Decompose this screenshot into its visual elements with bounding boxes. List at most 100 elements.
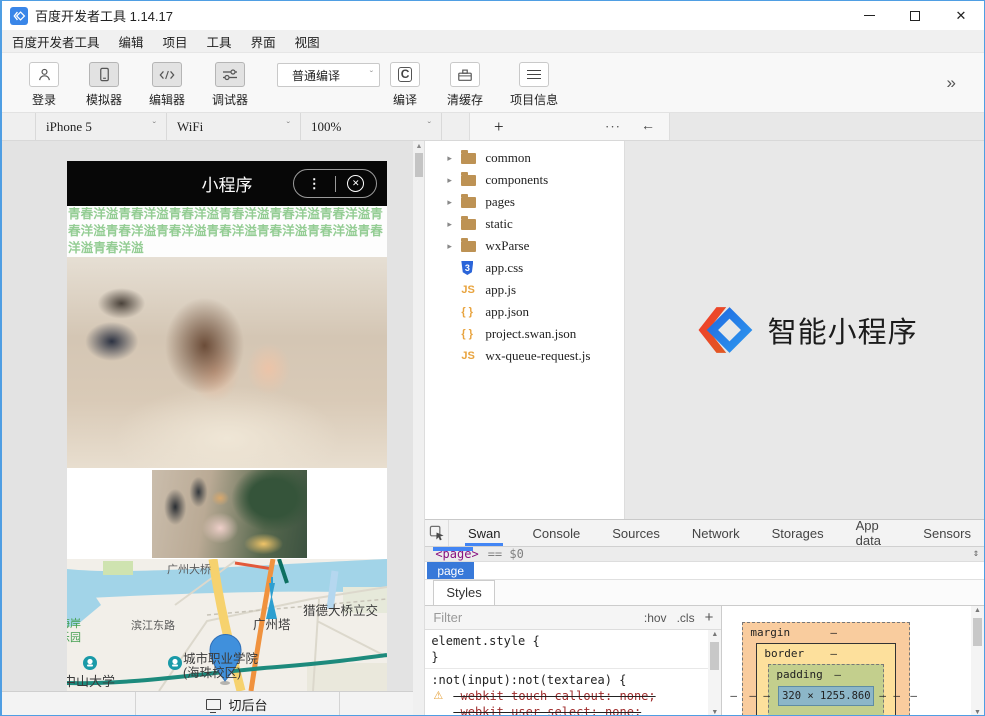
folder-icon: [461, 241, 476, 252]
folder-icon: [461, 153, 476, 164]
clear-cache-button[interactable]: 清缓存: [447, 62, 483, 108]
zoom-dropdown[interactable]: 100% ˇ: [301, 113, 442, 140]
box-model-content[interactable]: 320 × 1255.860: [778, 686, 874, 706]
selection-highlight: [433, 547, 473, 551]
tab-console[interactable]: Console: [519, 520, 593, 546]
tree-folder-pages[interactable]: ▸ pages: [425, 191, 624, 213]
folder-icon: [461, 219, 476, 230]
menu-tools[interactable]: 工具: [207, 32, 232, 51]
scrollbar-thumb[interactable]: [415, 153, 423, 177]
minimize-button[interactable]: [846, 1, 892, 30]
expand-arrow-icon[interactable]: ▸: [447, 219, 461, 230]
map-label-interchange: 猎德大桥立交: [303, 603, 378, 618]
miniapp-close-button[interactable]: ✕: [336, 175, 377, 192]
login-button[interactable]: 登录: [29, 62, 59, 108]
js-file-icon: JS: [461, 350, 474, 362]
tab-styles[interactable]: Styles: [433, 580, 494, 605]
tree-file-appcss[interactable]: 3 app.css: [425, 257, 624, 279]
menu-interface[interactable]: 界面: [251, 32, 276, 51]
css-file-icon: 3: [461, 261, 473, 275]
tab-swan[interactable]: Swan: [455, 520, 514, 546]
compile-button[interactable]: C 编译: [390, 62, 420, 108]
folder-icon: [461, 197, 476, 208]
toolbar-overflow-button[interactable]: »: [947, 73, 956, 93]
class-toggle[interactable]: .cls: [677, 611, 695, 625]
photo-strip: [67, 468, 387, 559]
style-property[interactable]: ⚠ -webkit-touch-callout: none;: [431, 688, 703, 704]
toolbar: 登录 模拟器 编辑器 调试器 普通编译 ˇ C: [2, 53, 984, 113]
rule-selector[interactable]: :not(input):not(textarea) {: [431, 672, 703, 688]
hamburger-icon: [519, 62, 549, 87]
scroll-up-icon[interactable]: ▲: [415, 143, 422, 150]
project-info-button[interactable]: 项目信息: [510, 62, 558, 108]
maximize-button[interactable]: [892, 1, 938, 30]
tab-sources[interactable]: Sources: [599, 520, 673, 546]
tree-file-projectswanjson[interactable]: { } project.swan.json: [425, 323, 624, 345]
tree-file-appjs[interactable]: JS app.js: [425, 279, 624, 301]
tab-network[interactable]: Network: [679, 520, 753, 546]
menu-edit[interactable]: 编辑: [119, 32, 144, 51]
breadcrumb-page[interactable]: page: [427, 562, 474, 579]
tab-app-data[interactable]: App data: [843, 520, 905, 546]
chevron-down-icon: ˇ: [370, 70, 373, 81]
scroll-up-icon[interactable]: ▲: [711, 631, 718, 638]
compile-mode-dropdown[interactable]: 普通编译 ˇ: [277, 63, 380, 87]
scrollbar-thumb[interactable]: [710, 642, 719, 670]
scroll-down-icon[interactable]: ▼: [711, 709, 718, 716]
map-label-park1: 海岸: [67, 616, 81, 630]
switch-background-button[interactable]: 切后台: [135, 695, 339, 714]
expand-arrow-icon[interactable]: ▸: [447, 241, 461, 252]
tree-file-wxqueuerequestjs[interactable]: JS wx-queue-request.js: [425, 345, 624, 367]
expand-arrow-icon[interactable]: ▸: [447, 197, 461, 208]
expand-arrow-icon[interactable]: ▸: [447, 175, 461, 186]
pseudo-state-toggle[interactable]: :hov: [644, 611, 667, 625]
map-label-college: 城市职业学院: [183, 651, 259, 666]
menu-project[interactable]: 项目: [163, 32, 188, 51]
tree-folder-static[interactable]: ▸ static: [425, 213, 624, 235]
scrollbar-thumb[interactable]: [973, 618, 982, 646]
monitor-icon: [206, 699, 221, 710]
filter-input[interactable]: Filter: [433, 610, 462, 625]
file-panel-more-button[interactable]: ···: [605, 119, 621, 135]
tree-folder-wxparse[interactable]: ▸ wxParse: [425, 235, 624, 257]
js-file-icon: JS: [461, 284, 474, 296]
scroll-toggle-icon[interactable]: ⇕: [973, 548, 979, 559]
styles-scrollbar[interactable]: ▲ ▼: [708, 630, 721, 716]
inspect-element-button[interactable]: [425, 520, 449, 546]
menu-view[interactable]: 视图: [295, 32, 320, 51]
editor-toggle-button[interactable]: 编辑器: [149, 62, 185, 108]
miniapp-navbar: 小程序 ⋮ ✕: [67, 161, 387, 206]
menu-app[interactable]: 百度开发者工具: [12, 32, 100, 51]
map-label-college-campus: (海珠校区): [183, 665, 241, 680]
simulator-toggle-button[interactable]: 模拟器: [86, 62, 122, 108]
dom-tree-row[interactable]: <page> == $0 ⇕: [425, 547, 984, 562]
menu-dots-icon[interactable]: ⋮: [294, 177, 335, 190]
scroll-up-icon[interactable]: ▲: [974, 607, 981, 614]
expand-arrow-icon[interactable]: ▸: [447, 153, 461, 164]
devtools-panel: Swan Console Sources Network Storages Ap…: [425, 519, 984, 716]
editor-placeholder: 智能小程序: [625, 141, 984, 519]
box-model-scrollbar[interactable]: ▲ ▼: [971, 606, 984, 716]
inline-style-selector[interactable]: element.style {: [431, 633, 703, 649]
styles-filter-row: Filter :hov .cls +: [425, 606, 721, 630]
collapse-panel-button[interactable]: ←: [641, 119, 655, 135]
marquee-text: 青春洋溢青春洋溢青春洋溢青春洋溢青春洋溢青春洋溢青春洋溢青春洋溢青春洋溢青春洋溢…: [67, 206, 387, 257]
device-model-dropdown[interactable]: iPhone 5 ˇ: [36, 113, 167, 140]
panel-scrollbar[interactable]: ▲: [413, 141, 425, 716]
network-dropdown[interactable]: WiFi ˇ: [167, 113, 301, 140]
scroll-down-icon[interactable]: ▼: [974, 709, 981, 716]
new-style-rule-button[interactable]: +: [705, 609, 714, 626]
miniapp-title: 小程序: [202, 171, 253, 196]
tab-storages[interactable]: Storages: [759, 520, 837, 546]
tree-file-appjson[interactable]: { } app.json: [425, 301, 624, 323]
code-icon: [152, 62, 182, 87]
close-button[interactable]: ✕: [938, 1, 984, 30]
map-view[interactable]: 广州大桥 滨江东路 广州塔 猎德大桥立交 城市职业学院 (海珠校区) 中山大学 …: [67, 559, 387, 691]
tree-folder-common[interactable]: ▸ common: [425, 147, 624, 169]
debugger-toggle-button[interactable]: 调试器: [212, 62, 248, 108]
style-property[interactable]: -webkit-user-select: none;: [431, 704, 703, 716]
add-file-button[interactable]: +: [494, 117, 504, 137]
user-icon: [29, 62, 59, 87]
tab-sensors[interactable]: Sensors: [910, 520, 984, 546]
tree-folder-components[interactable]: ▸ components: [425, 169, 624, 191]
